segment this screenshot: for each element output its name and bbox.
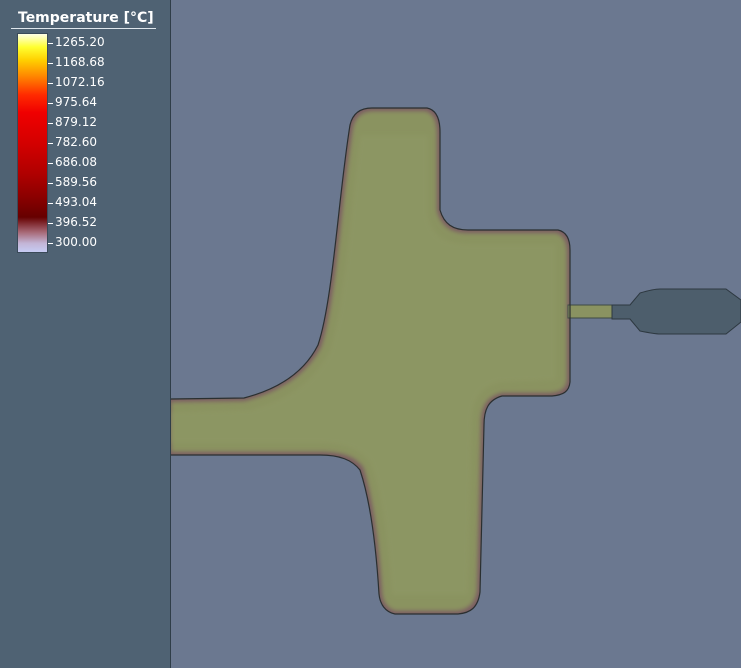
colorbar-tick-mark xyxy=(48,163,53,164)
colorbar-tick-label: 975.64 xyxy=(55,95,97,109)
gate-runner xyxy=(567,304,613,319)
colorbar-tick-label: 686.08 xyxy=(55,155,97,169)
colorbar-tick-label: 1168.68 xyxy=(55,55,105,69)
colorbar-tick-label: 396.52 xyxy=(55,215,97,229)
colorbar-tick-label: 1072.16 xyxy=(55,75,105,89)
casting-core xyxy=(171,135,556,595)
colorbar-tick-label: 782.60 xyxy=(55,135,97,149)
colorbar-tick-label: 879.12 xyxy=(55,115,97,129)
colorbar-tick-mark xyxy=(48,223,53,224)
temperature-colorbar xyxy=(17,33,48,253)
simulation-viewport[interactable] xyxy=(171,0,741,668)
colorbar-tick-mark xyxy=(48,143,53,144)
colorbar-tick-label: 493.04 xyxy=(55,195,97,209)
colorbar-tick-mark xyxy=(48,43,53,44)
legend-title: Temperature [°C] xyxy=(18,10,154,26)
colorbar-tick-label: 589.56 xyxy=(55,175,97,189)
legend-title-underline xyxy=(11,28,156,29)
injection-nozzle xyxy=(611,288,741,335)
colorbar-tick-mark xyxy=(48,243,53,244)
colorbar-tick-label: 1265.20 xyxy=(55,35,105,49)
colorbar-tick-mark xyxy=(48,103,53,104)
colorbar-tick-mark xyxy=(48,183,53,184)
colorbar-tick-mark xyxy=(48,203,53,204)
colorbar-tick-mark xyxy=(48,63,53,64)
colorbar-tick-mark xyxy=(48,123,53,124)
legend-panel: Temperature [°C] 1265.20 1168.68 1072.16 97… xyxy=(0,0,171,668)
colorbar-tick-mark xyxy=(48,83,53,84)
colorbar-tick-label: 300.00 xyxy=(55,235,97,249)
